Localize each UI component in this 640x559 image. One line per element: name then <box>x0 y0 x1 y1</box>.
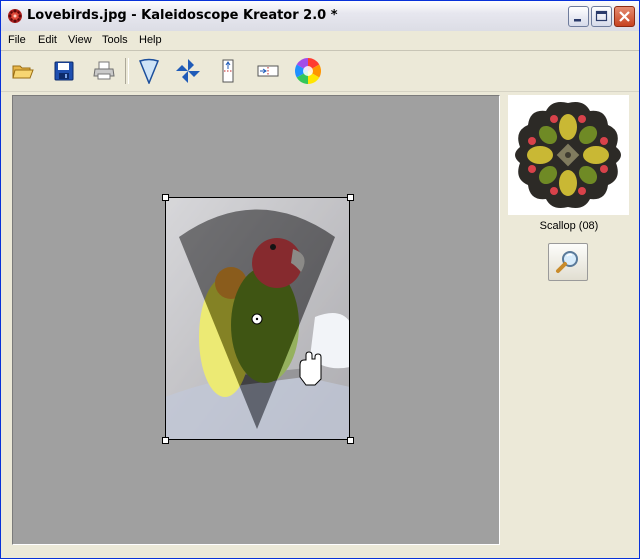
status-bar <box>1 547 639 558</box>
print-button[interactable] <box>89 57 119 85</box>
zoom-preview-button[interactable] <box>548 243 588 281</box>
color-wheel-button[interactable] <box>293 57 323 85</box>
open-folder-icon <box>12 65 34 79</box>
maximize-icon <box>595 10 608 22</box>
menu-view[interactable]: View <box>68 34 92 46</box>
resize-handle-top-right[interactable] <box>347 194 354 201</box>
selection-frame[interactable] <box>165 197 350 440</box>
wedge-shape-button[interactable] <box>134 57 164 85</box>
minimize-icon <box>574 19 581 22</box>
toolbar-separator <box>125 58 129 84</box>
menu-help[interactable]: Help <box>139 34 162 46</box>
save-disk-icon <box>54 61 74 81</box>
title-bar[interactable]: Lovebirds.jpg - Kaleidoscope Kreator 2.0… <box>1 1 639 32</box>
kaleidoscope-app-icon <box>8 9 22 23</box>
close-button[interactable] <box>614 6 635 27</box>
vertical-mirror-button[interactable] <box>213 57 243 85</box>
horizontal-mirror-button[interactable] <box>253 57 283 85</box>
toolbar <box>1 51 639 92</box>
menu-tools[interactable]: Tools <box>102 34 128 46</box>
resize-handle-top-left[interactable] <box>162 194 169 201</box>
image-canvas[interactable] <box>12 95 500 545</box>
horizontal-mirror-icon <box>257 65 279 77</box>
color-wheel-icon <box>294 58 322 84</box>
open-button[interactable] <box>8 57 38 85</box>
resize-handle-bottom-right[interactable] <box>347 437 354 444</box>
menu-edit[interactable]: Edit <box>38 34 57 46</box>
maximize-button[interactable] <box>591 6 612 27</box>
app-window: Lovebirds.jpg - Kaleidoscope Kreator 2.0… <box>0 0 640 559</box>
pinwheel-button[interactable] <box>173 57 203 85</box>
vertical-mirror-icon <box>222 59 234 83</box>
wedge-shape-icon <box>139 58 159 84</box>
menu-bar: File Edit View Tools Help <box>1 31 639 51</box>
save-button[interactable] <box>49 57 79 85</box>
magnifier-icon <box>556 251 578 273</box>
kaleidoscope-preview <box>508 95 629 215</box>
pinwheel-icon <box>176 59 200 83</box>
minimize-button[interactable] <box>568 6 589 27</box>
close-icon <box>619 11 630 22</box>
window-title: Lovebirds.jpg - Kaleidoscope Kreator 2.0… <box>27 8 338 23</box>
menu-file[interactable]: File <box>8 34 26 46</box>
resize-handle-bottom-left[interactable] <box>162 437 169 444</box>
print-icon <box>93 61 115 80</box>
preview-pattern-label: Scallop (08) <box>539 220 599 232</box>
